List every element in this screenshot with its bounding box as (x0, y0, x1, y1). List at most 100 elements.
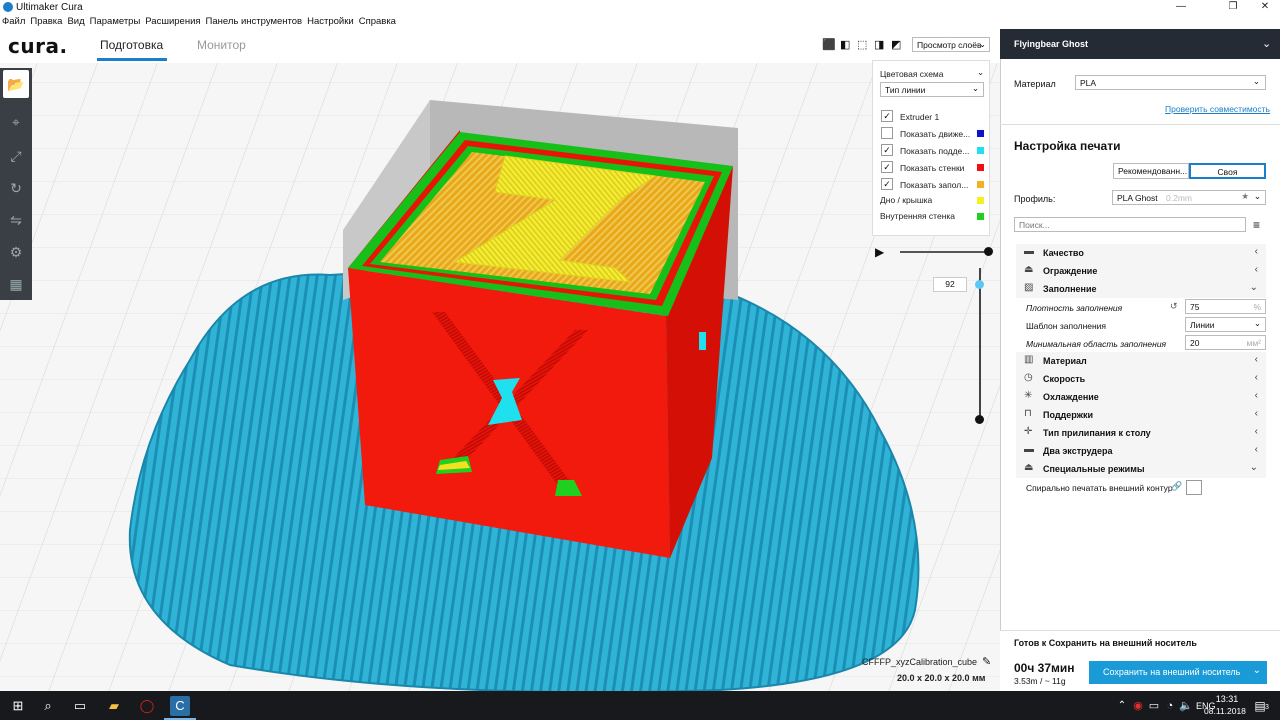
file-explorer-icon[interactable]: ▰ (104, 696, 124, 716)
3d-viewport[interactable] (0, 29, 1000, 691)
category-quality[interactable]: ▬ Качество ‹ (1016, 244, 1266, 262)
menu-view[interactable]: Вид (67, 16, 84, 27)
support-color-swatch (977, 147, 984, 154)
printer-name: Flyingbear Ghost (1014, 39, 1089, 49)
category-label: Тип прилипания к столу (1043, 428, 1151, 438)
layer-slider-track[interactable] (979, 268, 981, 420)
volume-icon[interactable]: 🔈 (1176, 696, 1196, 716)
edit-pencil-icon[interactable]: ✎ (982, 655, 991, 668)
show-infill-checkbox[interactable]: ✓ (881, 178, 893, 190)
view-top-icon[interactable]: ⬚ (857, 38, 867, 51)
mode-custom-button[interactable]: Своя (1189, 163, 1266, 179)
view-3d-icon[interactable]: ⬛ (822, 38, 836, 51)
color-scheme-select[interactable]: Тип линии ⌄ (880, 82, 984, 97)
menu-extensions[interactable]: Расширения (145, 16, 200, 27)
menu-preferences[interactable]: Настройки (307, 16, 354, 27)
category-dual-extrusion[interactable]: ▬ Два экструдера ‹ (1016, 442, 1266, 460)
play-icon[interactable]: ▶ (875, 245, 884, 259)
tab-monitor[interactable]: Монитор (197, 38, 246, 52)
special-modes-icon: ⏏ (1024, 462, 1034, 473)
material-icon: ▥ (1024, 354, 1034, 365)
category-label: Охлаждение (1043, 392, 1099, 402)
category-support[interactable]: ⊓ Поддержки ‹ (1016, 406, 1266, 424)
close-button[interactable]: ✕ (1250, 0, 1280, 14)
category-special-modes[interactable]: ⏏ Специальные режимы ⌄ (1016, 460, 1266, 478)
category-shell[interactable]: ⏏ Ограждение ‹ (1016, 262, 1266, 280)
check-compatibility-link[interactable]: Проверить совместимость (1165, 104, 1270, 114)
support-blocker-icon[interactable]: ▦ (3, 270, 29, 298)
profile-select[interactable]: PLA Ghost 0.2mm ★ ⌄ (1112, 190, 1266, 205)
spiralize-label: Спирально печатать внешний контур (1026, 483, 1173, 493)
layer-number-input[interactable]: 92 (933, 277, 967, 292)
star-icon[interactable]: ★ (1241, 191, 1249, 202)
search-icon[interactable]: ⌕ (38, 696, 58, 716)
menu-edit[interactable]: Правка (30, 16, 62, 27)
material-select[interactable]: PLA ⌄ (1075, 75, 1266, 90)
speed-icon: ◷ (1024, 372, 1033, 383)
category-infill[interactable]: ▨ Заполнение ⌄ (1016, 280, 1266, 298)
show-travel-checkbox[interactable] (881, 127, 893, 139)
view-right-icon[interactable]: ◩ (891, 38, 901, 51)
save-to-removable-button[interactable]: Сохранить на внешний носитель ⌄ (1089, 661, 1267, 684)
reset-icon[interactable]: ↺ (1170, 301, 1178, 312)
mode-recommended-button[interactable]: Рекомендованн... (1113, 163, 1189, 179)
task-view-icon[interactable]: ▭ (70, 696, 90, 716)
dual-extruder-icon: ▬ (1024, 444, 1034, 455)
tab-prepare[interactable]: Подготовка (100, 38, 163, 52)
infill-pattern-value: Линии (1190, 320, 1215, 330)
scale-tool-icon[interactable]: ⤢ (3, 142, 29, 170)
cura-taskbar-icon[interactable]: C (170, 696, 190, 716)
spiralize-checkbox[interactable] (1186, 480, 1202, 495)
menu-icon[interactable]: ≡ (1253, 218, 1260, 232)
top-bottom-color-swatch (977, 197, 984, 204)
opera-icon[interactable]: ◯ (137, 696, 157, 716)
simulation-handle[interactable] (984, 247, 993, 256)
infill-color-swatch (977, 181, 984, 188)
menu-toolbox[interactable]: Панель инструментов (206, 16, 303, 27)
chevron-left-icon: ‹ (1254, 444, 1258, 455)
ready-status: Готов к Сохранить на внешний носитель (1014, 638, 1197, 648)
material-label: Материал (1014, 79, 1056, 89)
printer-header[interactable]: Flyingbear Ghost ⌄ (1000, 29, 1280, 59)
cura-logo: cura. (8, 34, 68, 58)
category-cooling[interactable]: ✳ Охлаждение ‹ (1016, 388, 1266, 406)
layer-simulation-track[interactable] (900, 251, 988, 253)
layer-slider-top-handle[interactable] (975, 280, 984, 289)
menu-settings[interactable]: Параметры (90, 16, 141, 27)
view-front-icon[interactable]: ◧ (840, 38, 850, 51)
settings-search-input[interactable] (1014, 217, 1246, 232)
layer-slider-bottom-handle[interactable] (975, 415, 984, 424)
infill-density-input[interactable]: 75 % (1185, 299, 1266, 314)
category-speed[interactable]: ◷ Скорость ‹ (1016, 370, 1266, 388)
move-tool-icon[interactable]: ⌖ (3, 108, 29, 136)
minimize-button[interactable]: — (1166, 0, 1196, 14)
infill-pattern-select[interactable]: Линии ⌄ (1185, 317, 1266, 332)
category-adhesion[interactable]: ✛ Тип прилипания к столу ‹ (1016, 424, 1266, 442)
show-support-checkbox[interactable]: ✓ (881, 144, 893, 156)
min-infill-area-input[interactable]: 20 мм² (1185, 335, 1266, 350)
mirror-tool-icon[interactable]: ⇋ (3, 206, 29, 234)
open-file-icon[interactable]: 📂 (3, 70, 29, 98)
view-left-icon[interactable]: ◨ (874, 38, 884, 51)
infill-density-label: Плотность заполнения (1026, 303, 1123, 313)
rotate-tool-icon[interactable]: ↻ (3, 174, 29, 202)
per-model-settings-icon[interactable]: ⚙ (3, 238, 29, 266)
category-material[interactable]: ▥ Материал ‹ (1016, 352, 1266, 370)
clock-date[interactable]: 08.11.2018 (1204, 706, 1246, 716)
maximize-button[interactable]: ❐ (1218, 0, 1248, 14)
menu-help[interactable]: Справка (359, 16, 396, 27)
extruder-checkbox[interactable]: ✓ (881, 110, 893, 122)
notification-count: 3 (1265, 704, 1269, 711)
shell-icon: ⏏ (1024, 264, 1034, 275)
view-mode-value: Просмотр слоёв (917, 40, 982, 50)
profile-hint: 0.2mm (1166, 193, 1192, 203)
category-label: Заполнение (1043, 284, 1097, 294)
windows-start-icon[interactable]: ⊞ (8, 696, 28, 716)
profile-label: Профиль: (1014, 194, 1056, 204)
menu-file[interactable]: Файл (2, 16, 25, 27)
window-title: Ultimaker Cura (16, 1, 83, 13)
min-infill-area-value: 20 (1190, 338, 1200, 348)
view-mode-select[interactable]: Просмотр слоёв ⌄ (912, 37, 990, 52)
show-walls-checkbox[interactable]: ✓ (881, 161, 893, 173)
clock-time[interactable]: 13:31 (1212, 694, 1242, 704)
